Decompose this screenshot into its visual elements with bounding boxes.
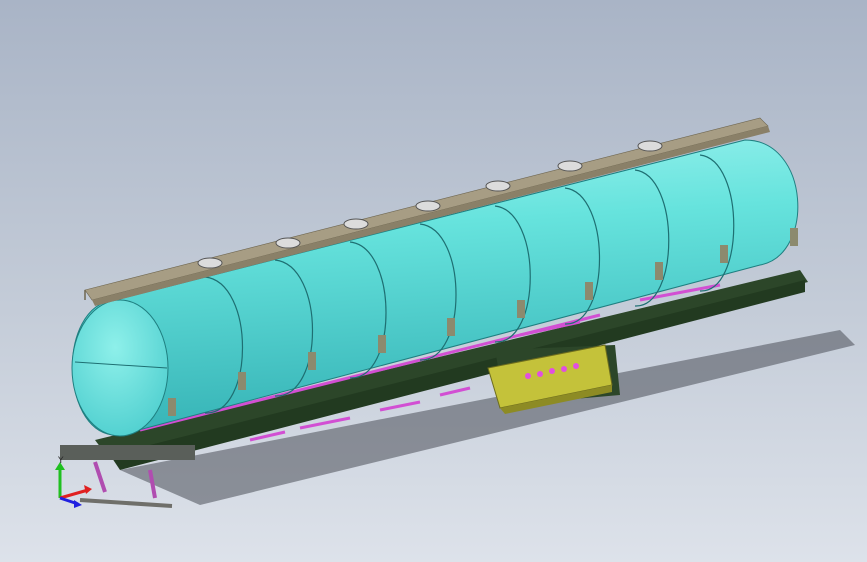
axis-z-arrow-head xyxy=(74,500,82,508)
graphics-viewport[interactable]: Y xyxy=(0,0,867,562)
axis-x-arrow-head xyxy=(84,485,92,494)
axis-y-label: Y xyxy=(58,456,64,466)
trailer-model[interactable] xyxy=(0,0,867,562)
tank-end-cap[interactable] xyxy=(71,299,169,437)
axis-triad xyxy=(55,462,92,508)
axis-x-arrow xyxy=(59,488,89,500)
tank-shell[interactable] xyxy=(72,139,799,436)
